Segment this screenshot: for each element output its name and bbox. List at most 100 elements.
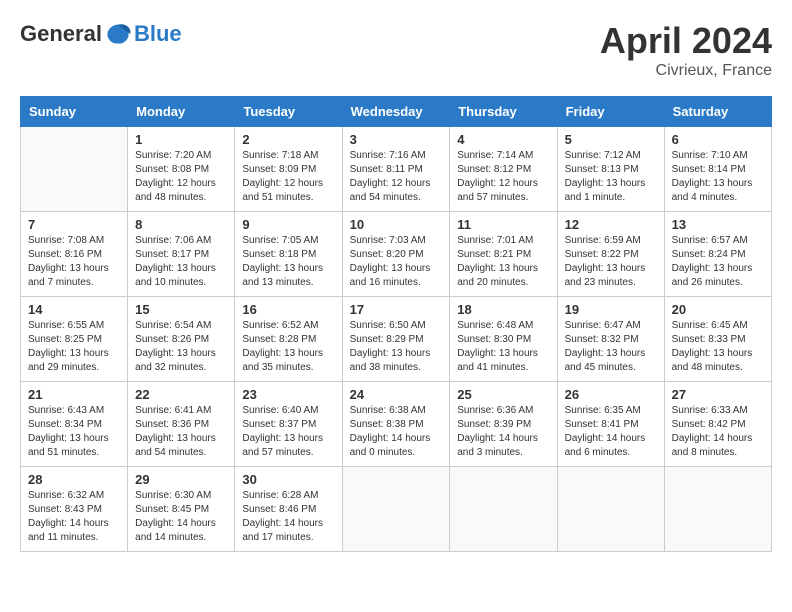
day-info: Sunrise: 6:35 AMSunset: 8:41 PMDaylight:… (565, 404, 657, 460)
calendar-cell: 27 Sunrise: 6:33 AMSunset: 8:42 PMDayligh… (664, 382, 771, 467)
day-number: 17 (350, 302, 443, 317)
day-number: 3 (350, 132, 443, 147)
day-number: 20 (672, 302, 764, 317)
header-tuesday: Tuesday (235, 97, 342, 127)
calendar-cell: 23 Sunrise: 6:40 AMSunset: 8:37 PMDayligh… (235, 382, 342, 467)
calendar-cell: 17 Sunrise: 6:50 AMSunset: 8:29 PMDayligh… (342, 297, 450, 382)
day-info: Sunrise: 6:52 AMSunset: 8:28 PMDaylight:… (242, 319, 334, 375)
day-number: 27 (672, 387, 764, 402)
calendar-cell: 2 Sunrise: 7:18 AMSunset: 8:09 PMDaylight… (235, 127, 342, 212)
day-info: Sunrise: 7:18 AMSunset: 8:09 PMDaylight:… (242, 149, 334, 205)
day-info: Sunrise: 6:55 AMSunset: 8:25 PMDaylight:… (28, 319, 120, 375)
day-info: Sunrise: 6:33 AMSunset: 8:42 PMDaylight:… (672, 404, 764, 460)
day-info: Sunrise: 6:47 AMSunset: 8:32 PMDaylight:… (565, 319, 657, 375)
day-info: Sunrise: 7:10 AMSunset: 8:14 PMDaylight:… (672, 149, 764, 205)
day-number: 25 (457, 387, 549, 402)
header-friday: Friday (557, 97, 664, 127)
day-number: 22 (135, 387, 227, 402)
day-info: Sunrise: 6:57 AMSunset: 8:24 PMDaylight:… (672, 234, 764, 290)
day-info: Sunrise: 7:12 AMSunset: 8:13 PMDaylight:… (565, 149, 657, 205)
header-monday: Monday (128, 97, 235, 127)
calendar-cell: 14 Sunrise: 6:55 AMSunset: 8:25 PMDayligh… (21, 297, 128, 382)
calendar-cell (450, 467, 557, 552)
day-number: 18 (457, 302, 549, 317)
day-info: Sunrise: 7:01 AMSunset: 8:21 PMDaylight:… (457, 234, 549, 290)
calendar-cell: 15Sunrise: 6:54 AMSunset: 8:26 PMDayligh… (128, 297, 235, 382)
day-info: Sunrise: 6:32 AMSunset: 8:43 PMDaylight:… (28, 489, 120, 545)
calendar-cell: 8Sunrise: 7:06 AMSunset: 8:17 PMDaylight… (128, 212, 235, 297)
week-row-3: 14 Sunrise: 6:55 AMSunset: 8:25 PMDayligh… (21, 297, 772, 382)
day-info: Sunrise: 6:36 AMSunset: 8:39 PMDaylight:… (457, 404, 549, 460)
day-info: Sunrise: 7:16 AMSunset: 8:11 PMDaylight:… (350, 149, 443, 205)
day-number: 21 (28, 387, 120, 402)
day-number: 13 (672, 217, 764, 232)
day-info: Sunrise: 7:14 AMSunset: 8:12 PMDaylight:… (457, 149, 549, 205)
day-info: Sunrise: 7:08 AMSunset: 8:16 PMDaylight:… (28, 234, 120, 290)
calendar-table: Sunday Monday Tuesday Wednesday Thursday… (20, 96, 772, 552)
day-info: Sunrise: 6:43 AMSunset: 8:34 PMDaylight:… (28, 404, 120, 460)
calendar-cell: 7Sunrise: 7:08 AMSunset: 8:16 PMDaylight… (21, 212, 128, 297)
logo-general: General (20, 21, 102, 47)
calendar-cell: 24 Sunrise: 6:38 AMSunset: 8:38 PMDayligh… (342, 382, 450, 467)
calendar-cell (557, 467, 664, 552)
day-number: 24 (350, 387, 443, 402)
month-title: April 2024 (600, 20, 772, 62)
week-row-4: 21 Sunrise: 6:43 AMSunset: 8:34 PMDayligh… (21, 382, 772, 467)
page-header: General Blue April 2024 Civrieux, France (20, 20, 772, 80)
day-info: Sunrise: 6:30 AMSunset: 8:45 PMDaylight:… (135, 489, 227, 545)
calendar-cell: 10Sunrise: 7:03 AMSunset: 8:20 PMDayligh… (342, 212, 450, 297)
week-row-1: 1 Sunrise: 7:20 AMSunset: 8:08 PMDaylight… (21, 127, 772, 212)
calendar-cell: 18 Sunrise: 6:48 AMSunset: 8:30 PMDayligh… (450, 297, 557, 382)
calendar-cell: 16Sunrise: 6:52 AMSunset: 8:28 PMDayligh… (235, 297, 342, 382)
day-number: 1 (135, 132, 227, 147)
header-thursday: Thursday (450, 97, 557, 127)
day-info: Sunrise: 6:38 AMSunset: 8:38 PMDaylight:… (350, 404, 443, 460)
day-info: Sunrise: 6:54 AMSunset: 8:26 PMDaylight:… (135, 319, 227, 375)
calendar-cell: 25 Sunrise: 6:36 AMSunset: 8:39 PMDayligh… (450, 382, 557, 467)
day-number: 4 (457, 132, 549, 147)
day-number: 19 (565, 302, 657, 317)
day-number: 26 (565, 387, 657, 402)
day-info: Sunrise: 6:40 AMSunset: 8:37 PMDaylight:… (242, 404, 334, 460)
day-number: 11 (457, 217, 549, 232)
calendar-cell: 6 Sunrise: 7:10 AMSunset: 8:14 PMDaylight… (664, 127, 771, 212)
day-info: Sunrise: 6:48 AMSunset: 8:30 PMDaylight:… (457, 319, 549, 375)
calendar-cell (21, 127, 128, 212)
title-block: April 2024 Civrieux, France (600, 20, 772, 80)
day-number: 28 (28, 472, 120, 487)
calendar-cell: 11 Sunrise: 7:01 AMSunset: 8:21 PMDayligh… (450, 212, 557, 297)
calendar-cell: 26 Sunrise: 6:35 AMSunset: 8:41 PMDayligh… (557, 382, 664, 467)
calendar-cell: 29Sunrise: 6:30 AMSunset: 8:45 PMDayligh… (128, 467, 235, 552)
day-info: Sunrise: 7:03 AMSunset: 8:20 PMDaylight:… (350, 234, 443, 290)
day-info: Sunrise: 6:45 AMSunset: 8:33 PMDaylight:… (672, 319, 764, 375)
calendar-cell: 22 Sunrise: 6:41 AMSunset: 8:36 PMDayligh… (128, 382, 235, 467)
header-saturday: Saturday (664, 97, 771, 127)
logo: General Blue (20, 20, 182, 48)
calendar-cell: 1 Sunrise: 7:20 AMSunset: 8:08 PMDaylight… (128, 127, 235, 212)
day-info: Sunrise: 6:59 AMSunset: 8:22 PMDaylight:… (565, 234, 657, 290)
day-number: 30 (242, 472, 334, 487)
week-row-5: 28 Sunrise: 6:32 AMSunset: 8:43 PMDayligh… (21, 467, 772, 552)
calendar-cell: 5Sunrise: 7:12 AMSunset: 8:13 PMDaylight… (557, 127, 664, 212)
calendar-cell: 3 Sunrise: 7:16 AMSunset: 8:11 PMDaylight… (342, 127, 450, 212)
calendar-cell: 19 Sunrise: 6:47 AMSunset: 8:32 PMDayligh… (557, 297, 664, 382)
calendar-cell: 20 Sunrise: 6:45 AMSunset: 8:33 PMDayligh… (664, 297, 771, 382)
day-number: 6 (672, 132, 764, 147)
day-number: 14 (28, 302, 120, 317)
day-info: Sunrise: 6:41 AMSunset: 8:36 PMDaylight:… (135, 404, 227, 460)
logo-blue: Blue (134, 21, 182, 47)
calendar-cell: 28 Sunrise: 6:32 AMSunset: 8:43 PMDayligh… (21, 467, 128, 552)
header-sunday: Sunday (21, 97, 128, 127)
calendar-cell (342, 467, 450, 552)
day-number: 23 (242, 387, 334, 402)
day-info: Sunrise: 7:20 AMSunset: 8:08 PMDaylight:… (135, 149, 227, 205)
calendar-cell (664, 467, 771, 552)
logo-bird-icon (104, 20, 132, 48)
day-number: 8 (135, 217, 227, 232)
calendar-cell: 4 Sunrise: 7:14 AMSunset: 8:12 PMDaylight… (450, 127, 557, 212)
calendar-cell: 9Sunrise: 7:05 AMSunset: 8:18 PMDaylight… (235, 212, 342, 297)
day-number: 2 (242, 132, 334, 147)
day-info: Sunrise: 6:50 AMSunset: 8:29 PMDaylight:… (350, 319, 443, 375)
day-number: 12 (565, 217, 657, 232)
calendar-cell: 30Sunrise: 6:28 AMSunset: 8:46 PMDayligh… (235, 467, 342, 552)
